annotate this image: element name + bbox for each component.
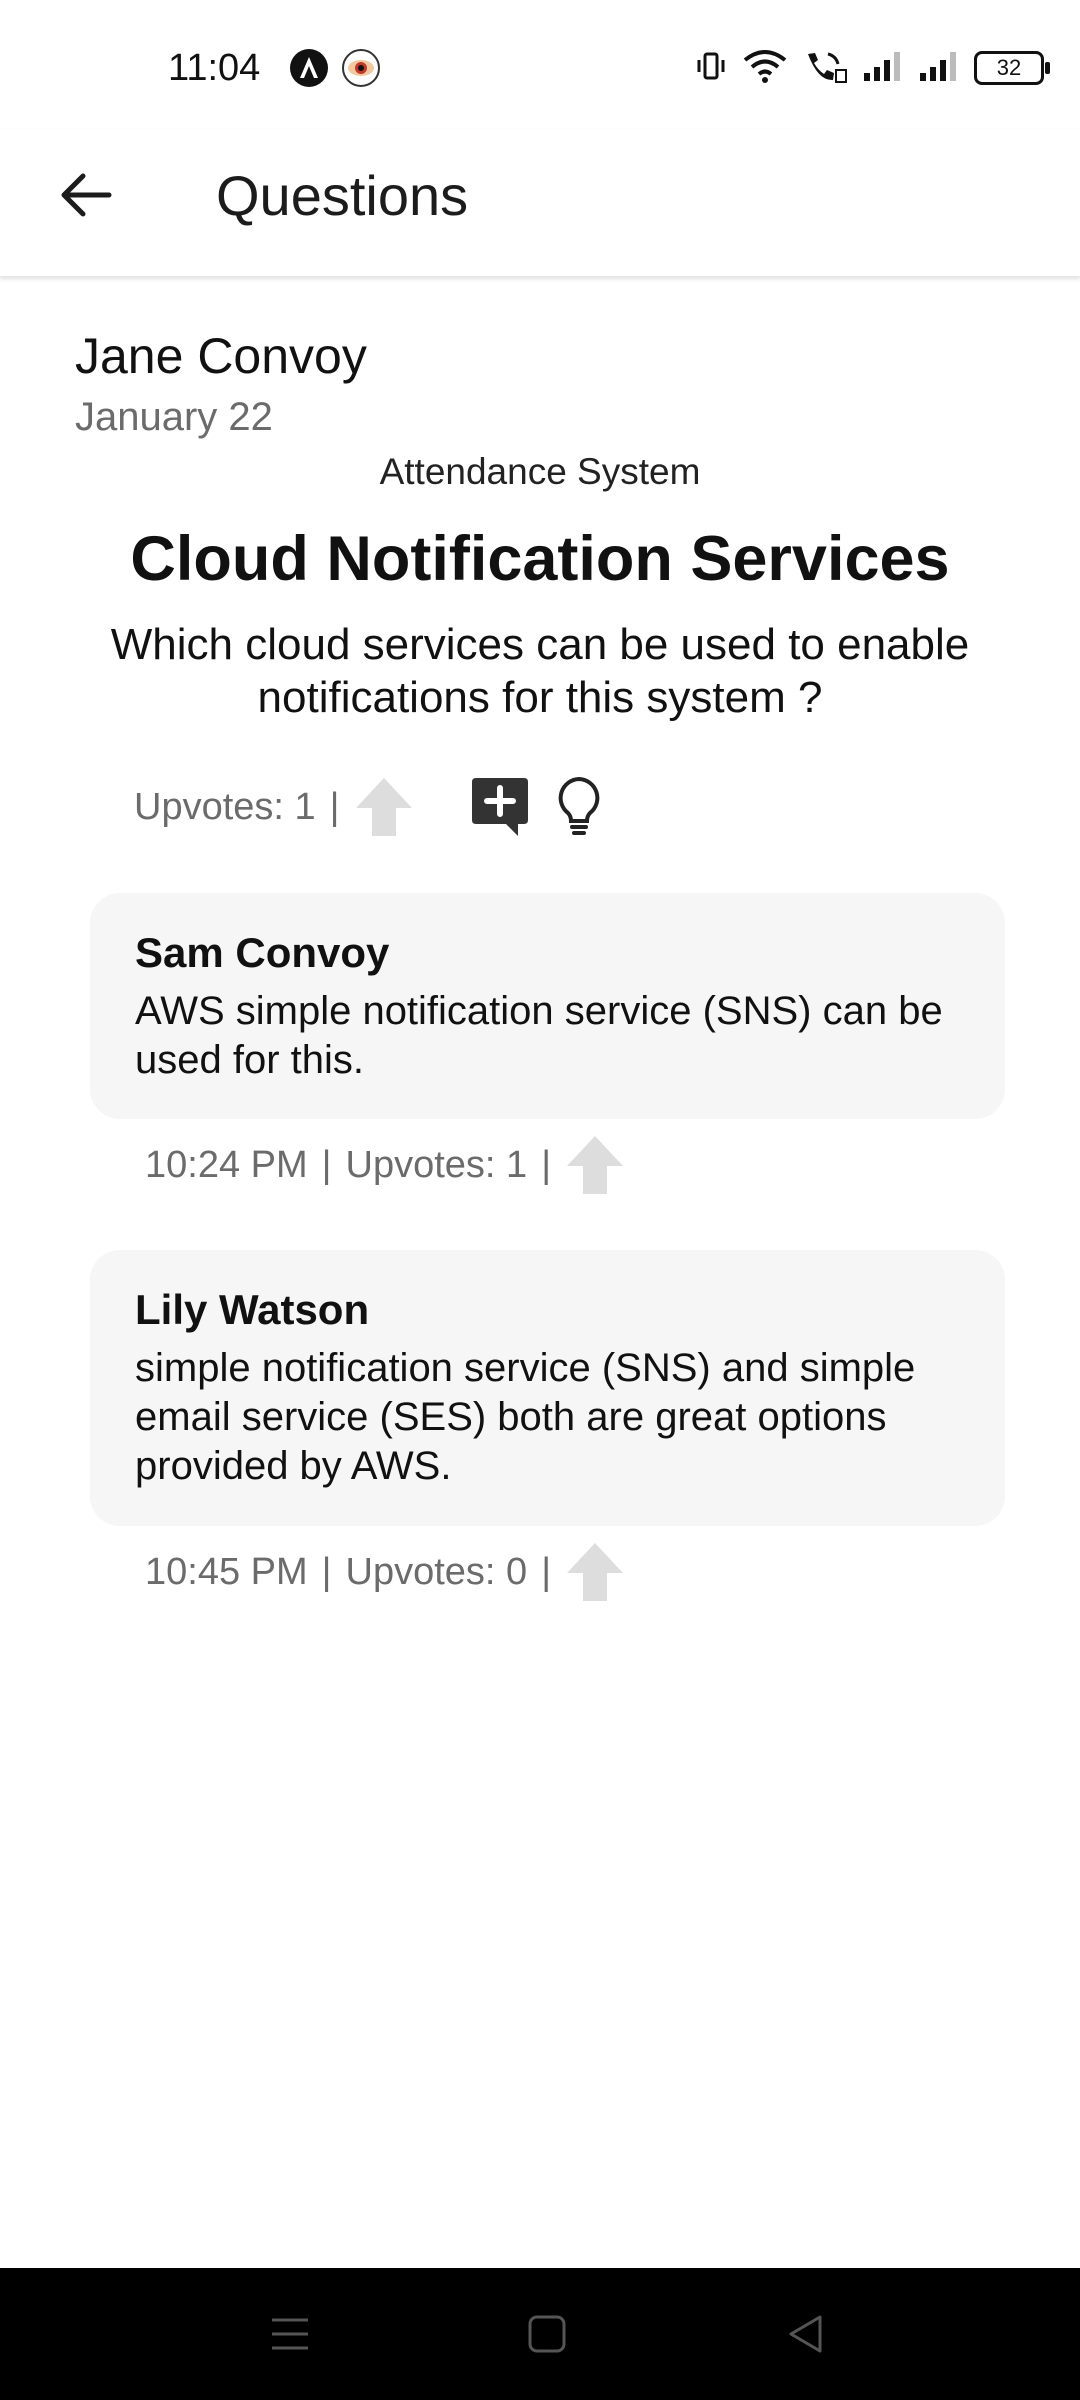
question-actions: Upvotes: 1 | bbox=[134, 770, 604, 844]
separator: | bbox=[541, 1143, 552, 1186]
signal-icon bbox=[862, 49, 904, 88]
battery-indicator: 32 bbox=[974, 51, 1050, 85]
triangle-back-icon bbox=[789, 2315, 822, 2353]
status-time: 11:04 bbox=[168, 47, 261, 89]
answer-upvote-button[interactable] bbox=[565, 1541, 625, 1603]
answer-time: 10:24 PM bbox=[145, 1144, 308, 1186]
separator: | bbox=[541, 1550, 552, 1593]
wifi-icon bbox=[742, 48, 788, 89]
app-a-icon bbox=[290, 49, 328, 87]
back-button[interactable] bbox=[50, 160, 120, 230]
question-upvote-button[interactable] bbox=[354, 776, 414, 838]
answer-meta: 10:24 PM | Upvotes: 1 | bbox=[145, 1132, 625, 1198]
question-body: Which cloud services can be used to enab… bbox=[110, 620, 970, 722]
status-indicators: 32 bbox=[694, 48, 1050, 89]
answer-time: 10:45 PM bbox=[145, 1551, 308, 1593]
wifi-call-icon bbox=[802, 48, 848, 89]
question-upvotes-count: Upvotes: 1 bbox=[134, 786, 316, 828]
add-comment-icon[interactable] bbox=[468, 776, 532, 838]
question-author: Jane Convoy bbox=[75, 328, 367, 384]
separator: | bbox=[321, 1143, 332, 1186]
back-arrow-icon bbox=[61, 173, 112, 217]
eye-app-icon bbox=[342, 49, 380, 87]
app-bar: Questions bbox=[0, 130, 1080, 277]
lightbulb-icon[interactable] bbox=[554, 775, 604, 839]
menu-icon bbox=[272, 2318, 308, 2350]
home-icon bbox=[528, 2315, 566, 2353]
answer-upvotes-count: Upvotes: 0 bbox=[345, 1551, 528, 1593]
nav-menu-button[interactable] bbox=[254, 2298, 326, 2370]
project-name: Attendance System bbox=[379, 451, 701, 492]
signal-icon bbox=[918, 49, 960, 88]
answer-text: AWS simple notification service (SNS) ca… bbox=[135, 989, 943, 1082]
vibrate-icon bbox=[694, 49, 728, 88]
answer-upvote-button[interactable] bbox=[565, 1134, 625, 1196]
separator: | bbox=[321, 1550, 332, 1593]
question-title: Cloud Notification Services bbox=[130, 524, 950, 594]
status-bar: 11:04 32 bbox=[0, 0, 1080, 130]
question-date: January 22 bbox=[75, 395, 273, 439]
nav-home-button[interactable] bbox=[511, 2298, 583, 2370]
answer-upvotes-count: Upvotes: 1 bbox=[345, 1144, 528, 1186]
system-nav-bar bbox=[0, 2268, 1080, 2400]
page-title: Questions bbox=[216, 164, 469, 227]
answer-author: Sam Convoy bbox=[135, 929, 390, 976]
nav-back-button[interactable] bbox=[770, 2298, 842, 2370]
answer-author: Lily Watson bbox=[135, 1286, 370, 1333]
answer-text: simple notification service (SNS) and si… bbox=[135, 1346, 916, 1488]
answer-card: Sam Convoy AWS simple notification servi… bbox=[90, 893, 1005, 1119]
answer-meta: 10:45 PM | Upvotes: 0 | bbox=[145, 1539, 625, 1605]
answer-card: Lily Watson simple notification service … bbox=[90, 1250, 1005, 1526]
separator: | bbox=[329, 785, 340, 828]
